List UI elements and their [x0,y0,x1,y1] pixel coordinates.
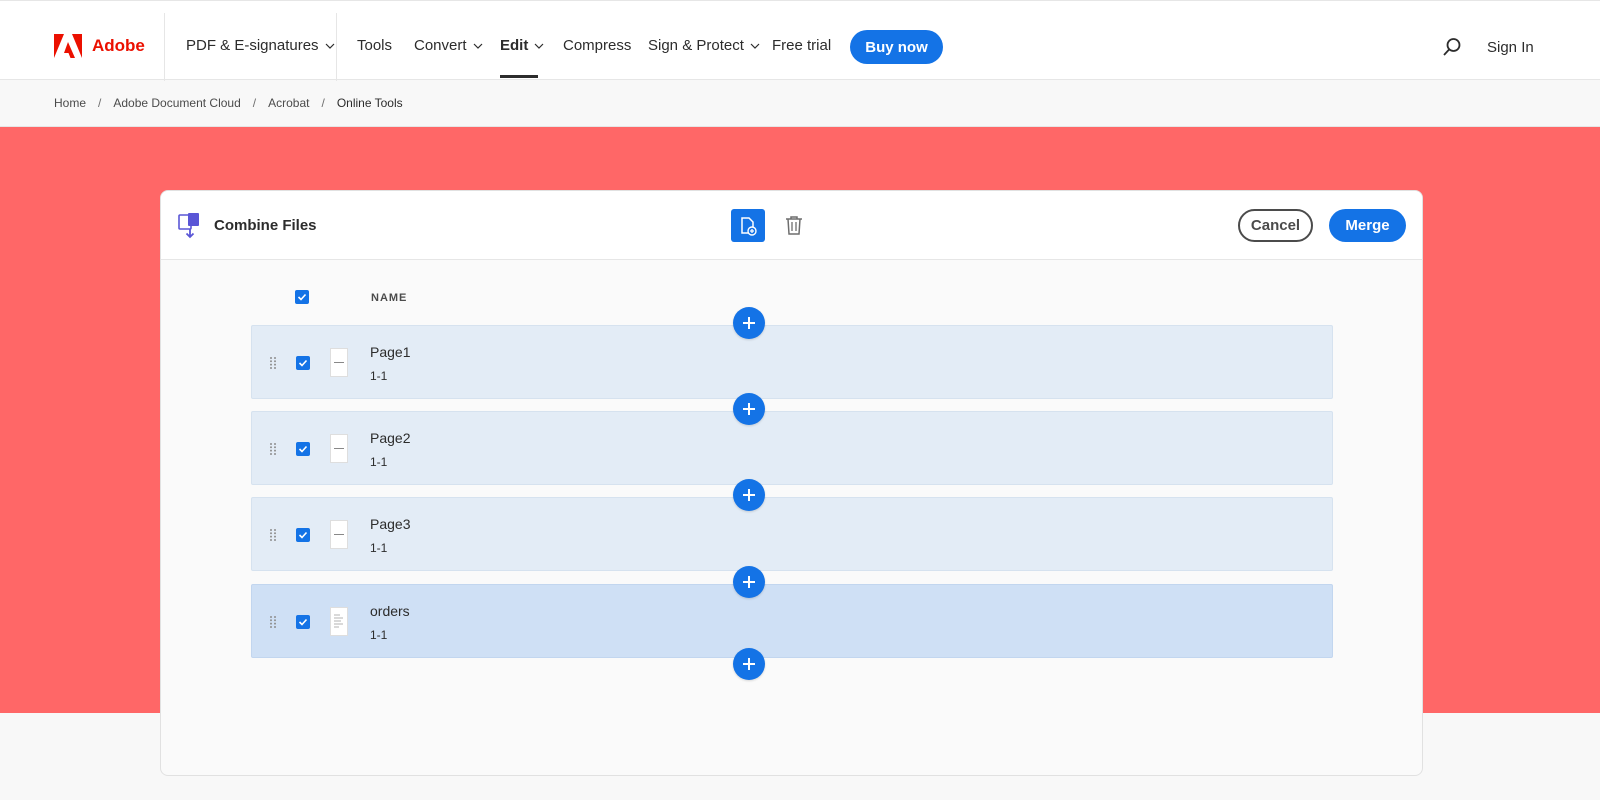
combine-files-icon [178,213,199,239]
chevron-down-icon [325,43,334,49]
insert-file-button[interactable] [733,479,765,511]
file-checkbox[interactable] [296,615,310,629]
brand-name: Adobe [92,36,145,55]
file-thumbnail [330,607,348,636]
checkmark-icon [298,531,308,539]
add-files-button[interactable] [731,209,765,242]
nav-free-trial[interactable]: Free trial [772,37,831,54]
nav-edit[interactable]: Edit [500,37,544,54]
delete-button[interactable] [782,213,806,237]
nav-convert[interactable]: Convert [414,37,483,54]
file-page-range: 1-1 [370,541,388,555]
document-preview-icon [334,614,343,627]
insert-file-button[interactable] [733,307,765,339]
plus-icon [743,576,755,588]
active-tab-indicator [500,75,538,78]
file-row[interactable]: Page1 1-1 [251,325,1333,399]
drag-handle-icon[interactable] [269,356,277,370]
add-file-icon [741,216,757,236]
file-page-range: 1-1 [370,369,388,383]
drag-handle-icon[interactable] [269,442,277,456]
trash-icon [786,216,802,235]
insert-file-button[interactable] [733,648,765,680]
breadcrumb-separator: / [252,96,257,110]
chevron-down-icon [534,43,544,49]
nav-label: Edit [500,37,529,54]
file-name: Page3 [370,516,411,532]
nav-label: Convert [414,37,467,54]
nav-sign-protect[interactable]: Sign & Protect [648,37,760,54]
chevron-down-icon [750,43,760,49]
nav-tools[interactable]: Tools [357,37,392,54]
breadcrumb-document-cloud[interactable]: Adobe Document Cloud [113,96,240,110]
nav-label: Sign & Protect [648,37,744,54]
plus-icon [743,658,755,670]
file-thumbnail [330,434,348,463]
sign-in-link[interactable]: Sign In [1487,39,1534,56]
file-page-range: 1-1 [370,628,388,642]
breadcrumb-separator: / [321,96,325,110]
file-name: Page1 [370,344,411,360]
nav-divider [164,13,165,81]
file-thumbnail [330,520,348,549]
nav-label: Compress [563,37,632,54]
file-checkbox[interactable] [296,356,310,370]
nav-label: Free trial [772,37,832,54]
breadcrumb-online-tools[interactable]: Online Tools [337,96,403,110]
chevron-down-icon [473,43,482,49]
breadcrumb: Home / Adobe Document Cloud / Acrobat / … [54,96,403,110]
combine-files-panel: Combine Files Cancel Merge NAME Page1 1-… [160,190,1423,776]
plus-icon [743,489,755,501]
plus-icon [743,403,755,415]
file-checkbox[interactable] [296,528,310,542]
search-icon[interactable] [1442,37,1462,57]
adobe-logo-icon [54,34,82,58]
nav-divider [336,13,337,81]
file-name: Page2 [370,430,411,446]
panel-title: Combine Files [214,217,317,234]
adobe-brand[interactable]: Adobe [54,34,145,58]
drag-handle-icon[interactable] [269,615,277,629]
file-row[interactable]: orders 1-1 [251,584,1333,658]
nav-compress[interactable]: Compress [563,37,631,54]
breadcrumb-home[interactable]: Home [54,96,86,110]
file-thumbnail [330,348,348,377]
breadcrumb-acrobat[interactable]: Acrobat [268,96,309,110]
cancel-button[interactable]: Cancel [1238,209,1313,242]
file-row[interactable]: Page2 1-1 [251,411,1333,485]
plus-icon [743,317,755,329]
top-navigation: Adobe PDF & E-signatures Tools Convert E… [0,0,1600,81]
select-all-checkbox[interactable] [295,290,309,304]
nav-label: PDF & E-signatures [186,37,319,54]
nav-label: Tools [357,37,393,54]
panel-header: Combine Files Cancel Merge [161,191,1422,260]
checkmark-icon [298,359,308,367]
nav-pdf-esignatures[interactable]: PDF & E-signatures [186,37,335,54]
checkmark-icon [298,618,308,626]
merge-button[interactable]: Merge [1329,209,1406,242]
file-row[interactable]: Page3 1-1 [251,497,1333,571]
name-column-header: NAME [371,292,408,304]
insert-file-button[interactable] [733,566,765,598]
checkmark-icon [297,293,307,301]
insert-file-button[interactable] [733,393,765,425]
checkmark-icon [298,445,308,453]
breadcrumb-separator: / [98,96,102,110]
drag-handle-icon[interactable] [269,528,277,542]
buy-now-button[interactable]: Buy now [850,30,943,64]
file-checkbox[interactable] [296,442,310,456]
file-page-range: 1-1 [370,455,388,469]
file-name: orders [370,603,410,619]
